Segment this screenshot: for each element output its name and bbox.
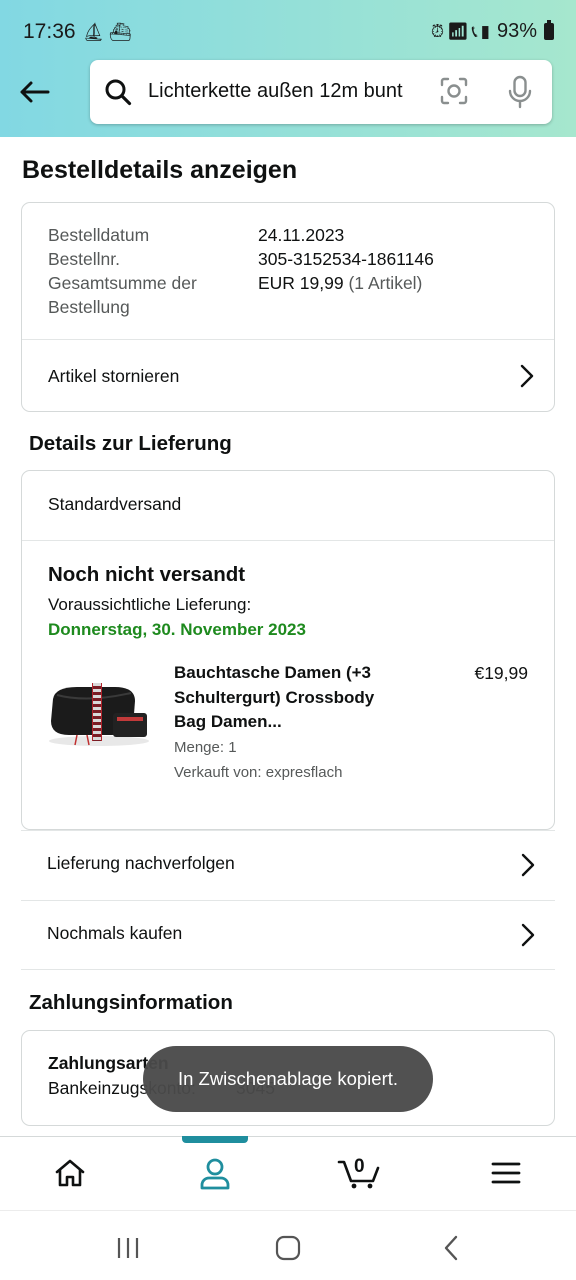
clipboard-toast: In Zwischenablage kopiert.	[143, 1046, 433, 1112]
shipping-method: Standardversand	[48, 494, 182, 514]
buy-again-label: Nochmals kaufen	[47, 923, 183, 943]
order-item-count: (1 Artikel)	[348, 273, 423, 293]
camera-lens-icon[interactable]	[439, 76, 469, 106]
cancel-items-row[interactable]: Artikel stornieren	[22, 340, 554, 412]
home-button-icon[interactable]	[273, 1233, 303, 1263]
buy-again-row[interactable]: Nochmals kaufen	[21, 900, 555, 970]
chevron-right-icon	[521, 923, 535, 947]
delivery-section-title: Details zur Lieferung	[29, 432, 232, 455]
status-bar: 17:36 ⛵︎⛴︎ ⏰︎📶︎📞︎▮ 93%	[0, 0, 576, 62]
divider	[22, 540, 554, 541]
account-tab[interactable]	[195, 1153, 235, 1193]
app-header: 17:36 ⛵︎⛴︎ ⏰︎📶︎📞︎▮ 93% Lichterkette auße…	[0, 0, 576, 137]
product-seller: Verkauft von: expresflach	[174, 764, 343, 781]
status-time: 17:36	[23, 20, 76, 43]
account-icon	[200, 1158, 230, 1190]
order-date-value: 24.11.2023	[258, 225, 345, 245]
battery-icon	[544, 20, 554, 40]
chevron-right-icon	[521, 853, 535, 877]
bottom-navigation: 0	[0, 1136, 576, 1210]
search-query-text[interactable]: Lichterkette außen 12m bunt	[148, 80, 403, 103]
notification-icons: ⛵︎⛴︎	[82, 22, 136, 42]
hamburger-menu-icon	[491, 1162, 521, 1184]
recent-apps-icon[interactable]	[113, 1233, 143, 1263]
product-title-line1: Bauchtasche Damen (+3	[174, 663, 371, 682]
active-tab-indicator	[182, 1136, 248, 1143]
order-total-amount: EUR 19,99	[258, 273, 344, 293]
shipment-status: Noch nicht versandt	[48, 563, 246, 586]
order-number-value[interactable]: 305-3152534-1861146	[258, 247, 434, 271]
product-image[interactable]	[47, 677, 152, 747]
menu-tab[interactable]	[486, 1153, 526, 1193]
payment-section-title: Zahlungsinformation	[29, 991, 233, 1014]
chevron-right-icon	[520, 364, 534, 388]
delivery-card: Standardversand Noch nicht versandt Vora…	[21, 470, 555, 830]
order-total-value: EUR 19,99 (1 Artikel)	[258, 271, 422, 295]
eta-label: Voraussichtliche Lieferung:	[48, 595, 252, 614]
product-title-line3: Bag Damen...	[174, 712, 282, 731]
product-title[interactable]: Bauchtasche Damen (+3 Schultergurt) Cros…	[174, 661, 394, 735]
search-input[interactable]: Lichterkette außen 12m bunt	[90, 60, 552, 124]
order-total-label-line1: Gesamtsumme der	[48, 273, 197, 293]
battery-percent: 93%	[496, 20, 537, 42]
system-navigation-bar	[0, 1210, 576, 1280]
product-price: €19,99	[474, 663, 528, 683]
cart-count: 0	[354, 1156, 365, 1177]
page-title: Bestelldetails anzeigen	[22, 156, 298, 184]
status-right: ⏰︎📶︎📞︎▮ 93%	[431, 20, 554, 43]
home-tab[interactable]	[50, 1153, 90, 1193]
order-date-label: Bestelldatum	[48, 225, 150, 245]
system-back-icon[interactable]	[436, 1233, 466, 1263]
track-package-label: Lieferung nachverfolgen	[47, 853, 235, 873]
track-package-row[interactable]: Lieferung nachverfolgen	[21, 830, 555, 900]
home-icon	[55, 1159, 85, 1187]
search-icon[interactable]	[104, 78, 132, 106]
eta-date: Donnerstag, 30. November 2023	[48, 620, 306, 639]
product-quantity: Menge: 1	[174, 739, 237, 756]
cancel-items-label: Artikel stornieren	[48, 365, 180, 386]
order-total-label-line2: Bestellung	[48, 297, 130, 317]
back-arrow-icon[interactable]	[14, 72, 54, 112]
microphone-icon[interactable]	[505, 75, 535, 109]
order-number-label: Bestellnr.	[48, 249, 120, 269]
system-status-icons: ⏰︎📶︎📞︎▮	[430, 21, 493, 41]
order-summary-card: Bestelldatum 24.11.2023 Bestellnr. 305-3…	[21, 202, 555, 412]
product-title-line2: Schultergurt) Crossbody	[174, 687, 375, 707]
